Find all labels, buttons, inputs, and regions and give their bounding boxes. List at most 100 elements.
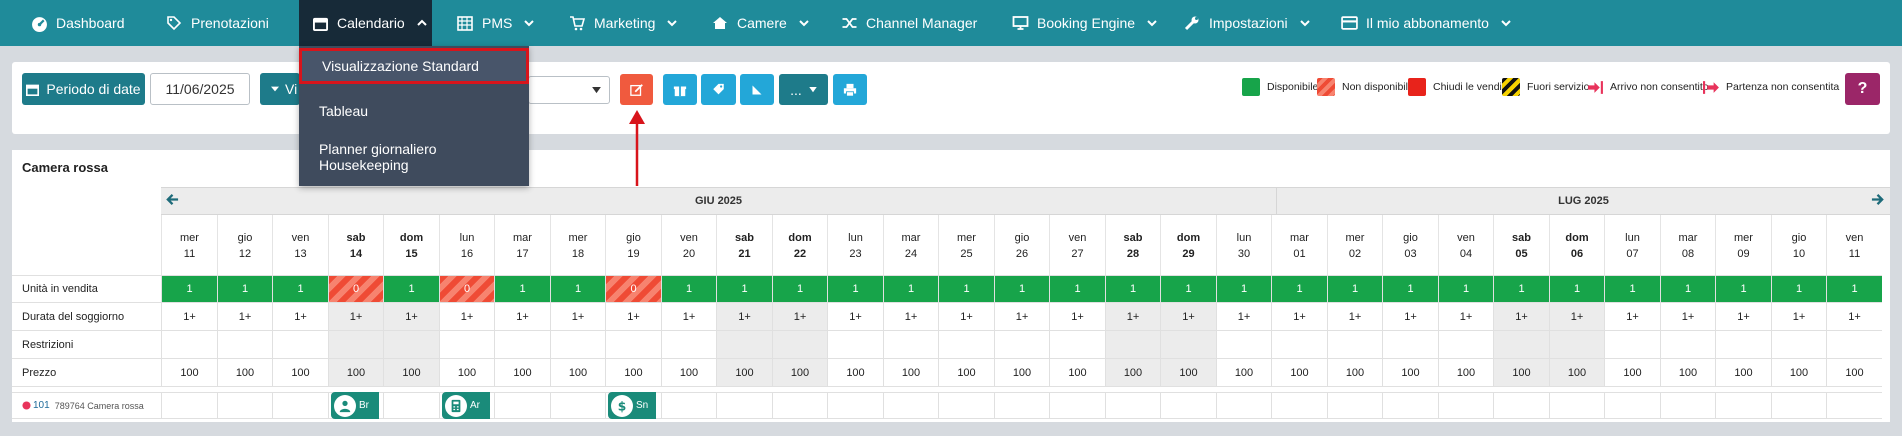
restriction-cell[interactable] — [161, 331, 217, 359]
date-input[interactable]: 11/06/2025 — [150, 73, 250, 105]
stay-cell[interactable]: 1+ — [883, 303, 938, 331]
units-cell[interactable]: 1 — [1549, 275, 1604, 303]
stay-cell[interactable]: 1+ — [1438, 303, 1493, 331]
restriction-cell[interactable] — [1549, 331, 1604, 359]
price-cell[interactable]: 100 — [272, 359, 328, 387]
units-cell[interactable]: 1 — [550, 275, 605, 303]
units-cell[interactable]: 1 — [716, 275, 772, 303]
restriction-cell[interactable] — [217, 331, 272, 359]
restriction-cell[interactable] — [1715, 331, 1771, 359]
price-cell[interactable]: 100 — [772, 359, 827, 387]
stay-cell[interactable]: 1+ — [716, 303, 772, 331]
units-cell[interactable]: 1 — [772, 275, 827, 303]
print-button[interactable] — [833, 74, 867, 105]
stay-cell[interactable]: 1+ — [161, 303, 217, 331]
units-cell[interactable]: 1 — [1327, 275, 1382, 303]
price-cell[interactable]: 100 — [605, 359, 661, 387]
menu-item-standard-view[interactable]: Visualizzazione Standard — [299, 48, 529, 84]
price-cell[interactable]: 100 — [1549, 359, 1604, 387]
units-cell[interactable]: 1 — [938, 275, 994, 303]
price-cell[interactable]: 100 — [161, 359, 217, 387]
restriction-cell[interactable] — [1049, 331, 1105, 359]
stay-cell[interactable]: 1+ — [1549, 303, 1604, 331]
price-cell[interactable]: 100 — [328, 359, 383, 387]
units-cell[interactable]: 1 — [1105, 275, 1160, 303]
units-cell[interactable]: 1 — [161, 275, 217, 303]
price-cell[interactable]: 100 — [661, 359, 716, 387]
units-cell[interactable]: 1 — [1271, 275, 1327, 303]
next-arrow-icon[interactable] — [1871, 193, 1884, 209]
nav-marketing[interactable]: Marketing — [568, 0, 678, 46]
price-cell[interactable]: 100 — [494, 359, 550, 387]
stay-cell[interactable]: 1+ — [1660, 303, 1715, 331]
units-cell[interactable]: 1 — [1382, 275, 1438, 303]
units-cell[interactable]: 1 — [1160, 275, 1216, 303]
stay-cell[interactable]: 1+ — [494, 303, 550, 331]
restriction-cell[interactable] — [1493, 331, 1549, 359]
price-cell[interactable]: 100 — [1826, 359, 1882, 387]
price-cell[interactable]: 100 — [1160, 359, 1216, 387]
stay-cell[interactable]: 1+ — [994, 303, 1049, 331]
booking-bar[interactable]: $ Sn — [608, 392, 656, 419]
stay-cell[interactable]: 1+ — [772, 303, 827, 331]
price-cell[interactable]: 100 — [1049, 359, 1105, 387]
stay-cell[interactable]: 1+ — [1216, 303, 1271, 331]
price-cell[interactable]: 100 — [994, 359, 1049, 387]
units-cell[interactable]: 0 — [605, 275, 661, 303]
units-cell[interactable]: 1 — [272, 275, 328, 303]
price-cell[interactable]: 100 — [938, 359, 994, 387]
stay-cell[interactable]: 1+ — [217, 303, 272, 331]
nav-booking-engine[interactable]: Booking Engine — [1011, 0, 1157, 46]
stay-cell[interactable]: 1+ — [1715, 303, 1771, 331]
restriction-cell[interactable] — [994, 331, 1049, 359]
restriction-cell[interactable] — [1160, 331, 1216, 359]
restriction-cell[interactable] — [1327, 331, 1382, 359]
price-cell[interactable]: 100 — [550, 359, 605, 387]
nav-prenotazioni[interactable]: Prenotazioni — [165, 0, 269, 46]
price-cell[interactable]: 100 — [383, 359, 439, 387]
booking-bar[interactable]: Br — [331, 392, 379, 419]
units-cell[interactable]: 1 — [1493, 275, 1549, 303]
price-cell[interactable]: 100 — [883, 359, 938, 387]
booking-bar[interactable]: Ar — [442, 392, 490, 419]
units-cell[interactable]: 1 — [883, 275, 938, 303]
price-cell[interactable]: 100 — [1493, 359, 1549, 387]
stay-cell[interactable]: 1+ — [1382, 303, 1438, 331]
stay-cell[interactable]: 1+ — [1271, 303, 1327, 331]
price-cell[interactable]: 100 — [716, 359, 772, 387]
view-select-button[interactable]: Vi — [260, 73, 300, 105]
stay-cell[interactable]: 1+ — [1105, 303, 1160, 331]
restriction-cell[interactable] — [1604, 331, 1660, 359]
price-cell[interactable]: 100 — [1382, 359, 1438, 387]
stay-cell[interactable]: 1+ — [439, 303, 494, 331]
units-cell[interactable]: 1 — [217, 275, 272, 303]
price-cell[interactable]: 100 — [439, 359, 494, 387]
stay-cell[interactable]: 1+ — [550, 303, 605, 331]
restriction-cell[interactable] — [1660, 331, 1715, 359]
units-cell[interactable]: 1 — [494, 275, 550, 303]
help-button[interactable]: ? — [1845, 73, 1880, 105]
restriction-cell[interactable] — [1271, 331, 1327, 359]
stay-cell[interactable]: 1+ — [938, 303, 994, 331]
restriction-cell[interactable] — [1216, 331, 1271, 359]
units-cell[interactable]: 1 — [1049, 275, 1105, 303]
menu-item-tableau[interactable]: Tableau — [299, 94, 529, 128]
units-cell[interactable]: 1 — [1438, 275, 1493, 303]
units-cell[interactable]: 1 — [1771, 275, 1826, 303]
menu-item-housekeeping-planner[interactable]: Planner giornaliero Housekeeping — [299, 140, 529, 174]
price-cell[interactable]: 100 — [1438, 359, 1493, 387]
pointer-button[interactable] — [740, 74, 774, 105]
restriction-cell[interactable] — [661, 331, 716, 359]
stay-cell[interactable]: 1+ — [1049, 303, 1105, 331]
restriction-cell[interactable] — [550, 331, 605, 359]
stay-cell[interactable]: 1+ — [661, 303, 716, 331]
price-cell[interactable]: 100 — [1771, 359, 1826, 387]
restriction-cell[interactable] — [494, 331, 550, 359]
units-cell[interactable]: 1 — [827, 275, 883, 303]
stay-cell[interactable]: 1+ — [1493, 303, 1549, 331]
restriction-cell[interactable] — [439, 331, 494, 359]
price-cell[interactable]: 100 — [1271, 359, 1327, 387]
restriction-cell[interactable] — [1771, 331, 1826, 359]
price-cell[interactable]: 100 — [1604, 359, 1660, 387]
stay-cell[interactable]: 1+ — [383, 303, 439, 331]
